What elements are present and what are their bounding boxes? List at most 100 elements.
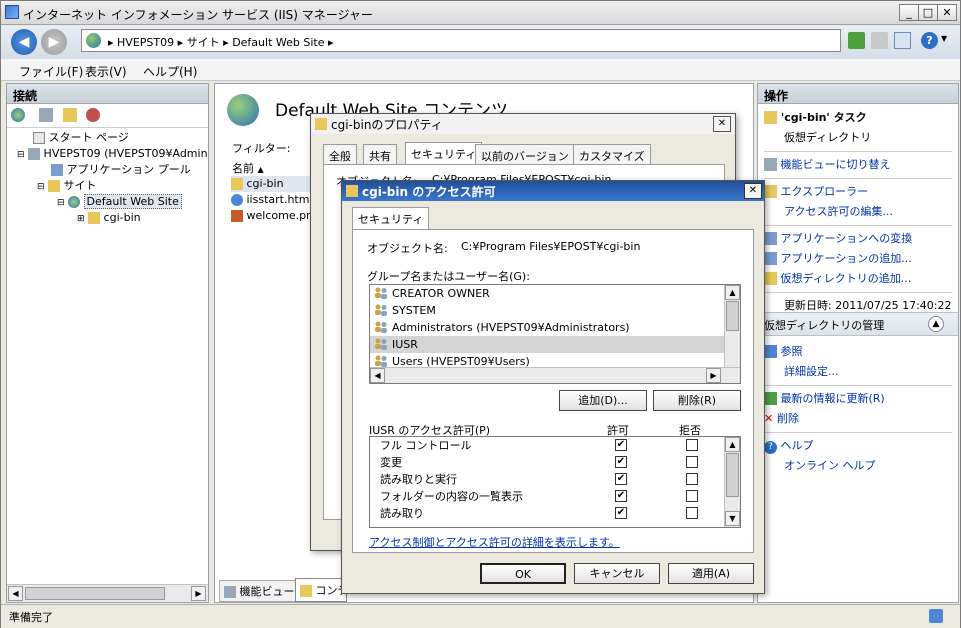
scroll-down-icon[interactable]: ▼ [725,511,740,526]
explorer-link[interactable]: エクスプローラー [764,182,952,202]
user-row[interactable]: SYSTEM [370,302,724,319]
scroll-left-icon[interactable]: ◀ [370,368,385,383]
tab-customize[interactable]: カスタマイズ [573,144,651,164]
list-item[interactable]: welcome.png [231,208,320,224]
up-folder-icon[interactable] [62,108,77,122]
browse-link[interactable]: 参照 [764,342,952,362]
scroll-up-icon[interactable]: ▲ [725,285,740,300]
tab-features-view[interactable]: 機能ビュー [219,580,300,602]
help-dropdown-icon[interactable]: ▼ [941,34,947,43]
collapse-section-icon[interactable]: ▲ [928,316,944,332]
deny-checkbox[interactable] [686,507,698,519]
connect-icon[interactable] [11,108,25,122]
online-help-link[interactable]: オンライン ヘルプ [764,456,952,476]
tree-item-server[interactable]: ⊟ HVEPST09 (HVEPST09¥Admin [11,146,208,162]
scroll-thumb[interactable] [726,453,739,497]
html-file-icon [231,194,243,206]
allow-checkbox[interactable]: ✔ [615,473,627,485]
scroll-thumb[interactable] [726,301,739,331]
help-icon[interactable]: ? [921,32,938,49]
menu-view[interactable]: 表示(V) [85,63,127,80]
tab-previous-versions[interactable]: 以前のバージョン [475,144,575,164]
user-row[interactable]: CREATOR OWNER [370,285,724,302]
help-link[interactable]: ? ヘルプ [764,436,952,456]
ok-button[interactable]: OK [480,563,566,584]
section-header-vdir[interactable]: 仮想ディレクトリの管理 ▲ [758,312,958,336]
deny-checkbox[interactable] [686,490,698,502]
user-row[interactable]: IUSR [370,336,724,353]
scroll-up-icon[interactable]: ▲ [725,437,740,452]
remove-button[interactable]: 削除(R) [653,390,741,411]
tree-horizontal-scrollbar[interactable]: ◀ ▶ [7,584,208,602]
scroll-right-icon[interactable]: ▶ [706,368,721,383]
properties-close-button[interactable]: ✕ [713,116,731,132]
tree-item-app-pools[interactable]: アプリケーション プール [11,162,204,178]
collapse-icon[interactable]: ⊟ [37,182,45,192]
list-item[interactable]: iisstart.htm [231,192,320,208]
list-item[interactable]: cgi-bin [231,176,321,192]
crumb-site[interactable]: Default Web Site [232,36,324,49]
allow-checkbox[interactable]: ✔ [615,456,627,468]
expand-icon[interactable]: ⊞ [77,214,85,224]
maximize-button[interactable]: □ [918,4,938,21]
minimize-button[interactable]: _ [899,4,919,21]
user-group-icon [374,304,388,316]
add-button[interactable]: 追加(D)... [559,390,647,411]
cancel-button[interactable]: キャンセル [574,563,660,584]
name-column-header[interactable]: 名前 ▲ [232,160,302,177]
back-button[interactable]: ◀ [11,29,37,55]
tree-item-default-web-site[interactable]: ⊟ Default Web Site [11,194,204,210]
save-icon[interactable] [38,108,53,122]
tab-general[interactable]: 全般 [323,144,357,164]
tree-item-start-page[interactable]: スタート ページ [11,130,204,146]
refresh-link[interactable]: 最新の情報に更新(R) [764,389,952,409]
tab-content-view[interactable]: コンテンツ ビュー [295,578,347,602]
user-list-horizontal-scrollbar[interactable]: ◀ ▶ [370,367,740,383]
collapse-icon[interactable]: ⊟ [17,150,25,160]
permissions-help-link[interactable]: アクセス制御とアクセス許可の詳細を表示します。 [369,534,620,550]
forward-button[interactable]: ▶ [41,29,67,55]
permissions-tabs: セキュリティ [352,207,452,231]
scroll-right-icon[interactable]: ▶ [191,586,206,601]
crumb-server[interactable]: HVEPST09 [117,36,174,49]
user-list-vertical-scrollbar[interactable]: ▲ [724,285,740,367]
connections-panel: 接続 スタート ページ ⊟ HVEPST09 (HVEPST09¥Admin ア… [6,83,209,603]
edit-permissions-link[interactable]: アクセス許可の編集... [764,202,952,222]
user-row[interactable]: Administrators (HVEPST09¥Administrators) [370,319,724,336]
tab-security[interactable]: セキュリティ [405,142,483,164]
allow-checkbox[interactable]: ✔ [615,507,627,519]
permissions-dialog: cgi-bin のアクセス許可 ✕ セキュリティ オブジェクト名: C:¥Pro… [341,180,765,594]
permission-list-vertical-scrollbar[interactable]: ▲ ▼ [724,437,740,527]
add-app-link[interactable]: アプリケーションの追加... [764,249,952,269]
user-list[interactable]: CREATOR OWNER SYSTEM Administrators (HVEPS… [369,284,741,384]
deny-checkbox[interactable] [686,456,698,468]
tree-item-cgi-bin[interactable]: ⊞ cgi-bin [11,210,204,226]
allow-checkbox[interactable]: ✔ [615,439,627,451]
allow-checkbox[interactable]: ✔ [615,490,627,502]
window-title: インターネット インフォメーション サービス (IIS) マネージャー [23,8,373,22]
advanced-settings-link[interactable]: 詳細設定... [764,362,952,382]
disconnect-icon[interactable] [86,108,101,122]
tab-security[interactable]: セキュリティ [352,207,430,229]
add-vdir-link[interactable]: 仮想ディレクトリの追加... [764,269,952,289]
menu-help[interactable]: ヘルプ(H) [143,63,197,80]
convert-to-app-link[interactable]: アプリケーションへの変換 [764,229,952,249]
close-button[interactable]: ✕ [937,4,957,21]
switch-features-view-link[interactable]: 機能ビューに切り替え [764,155,952,175]
menu-file[interactable]: ファイル(F) [19,63,83,80]
tab-sharing[interactable]: 共有 [363,144,397,164]
remove-link[interactable]: ✕ 削除 [764,409,952,429]
scroll-left-icon[interactable]: ◀ [8,586,23,601]
scroll-thumb[interactable] [25,587,165,600]
tree-item-sites[interactable]: ⊟ サイト [11,178,204,194]
collapse-icon[interactable]: ⊟ [57,198,65,208]
refresh-icon[interactable] [848,32,865,49]
deny-checkbox[interactable] [686,439,698,451]
stop-icon[interactable] [871,32,888,49]
crumb-sites[interactable]: サイト [187,36,220,49]
address-path[interactable]: ▸ HVEPST09 ▸ サイト ▸ Default Web Site ▸ [81,29,841,52]
apply-button[interactable]: 適用(A) [668,563,754,584]
permissions-close-button[interactable]: ✕ [744,183,762,199]
deny-checkbox[interactable] [686,473,698,485]
home-icon[interactable] [894,32,911,49]
